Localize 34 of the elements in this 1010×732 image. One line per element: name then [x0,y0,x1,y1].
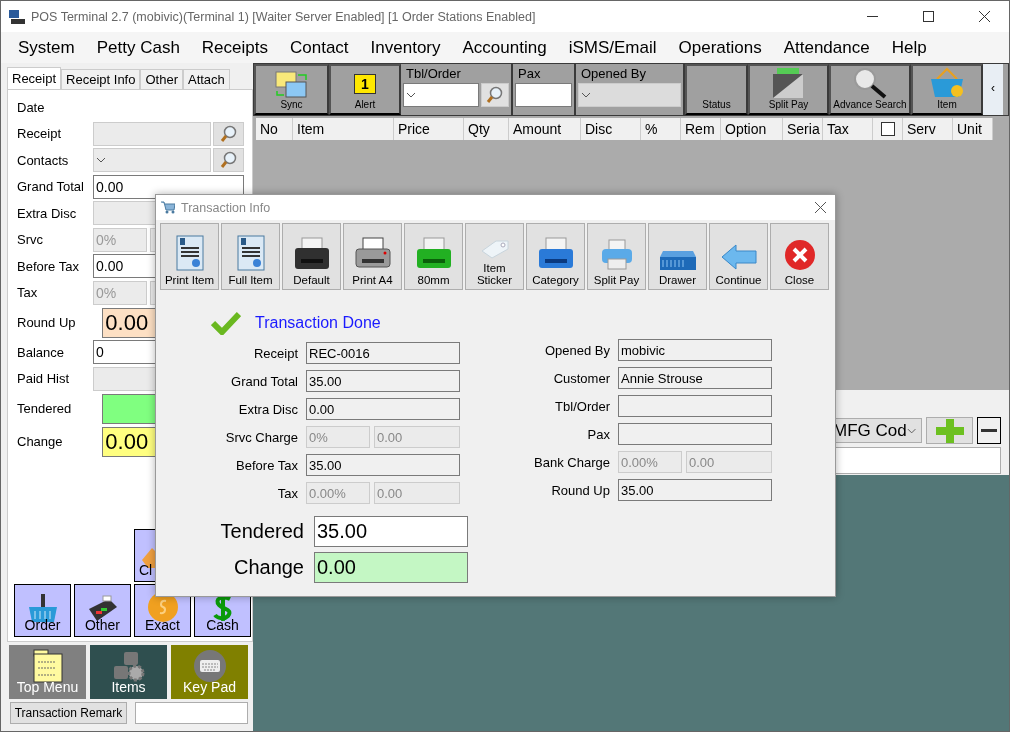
field-label: Extra Disc [237,401,298,417]
field-label: Pax [517,66,541,81]
field-label: Receipt [16,126,63,142]
alert-badge: 1 [354,74,376,94]
field-label: Tbl/Order [405,66,461,81]
field-label: Customer [552,370,610,386]
field-label: Tax [16,285,39,301]
field-label: Round Up [550,482,610,498]
field-label: Before Tax [235,457,298,473]
field-label: Contacts [16,152,70,168]
field-label: Before Tax [16,258,80,274]
field-label: Tendered [16,401,73,416]
status-text: Transaction Done [255,314,381,332]
field-label: Tax [276,485,298,501]
field-label: Grand Total [16,179,85,195]
field-label: Bank Charge [533,454,610,470]
field-label: Change [16,434,64,449]
field-label: Srvc Charge [224,429,298,445]
field-label: Change [232,555,304,579]
field-label: Tbl/Order [554,398,610,414]
window-title: POS Terminal 2.7 (mobivic)(Terminal 1) [Waiter Server Enabled] [1 Order Stations Enabled] [31,9,537,24]
field-label: Pax [586,426,610,442]
field-label: Round Up [16,315,77,330]
field-label: Extra Disc [16,205,78,221]
field-label: Tendered [219,519,304,543]
field-label: Balance [16,344,65,360]
field-label: Grand Total [230,373,298,389]
field-label: Opened By [543,342,610,358]
dialog-title: Transaction Info [181,200,272,215]
field-label: Date [16,99,46,115]
field-label: Receipt [252,345,298,361]
field-label: Srvc [16,232,44,248]
field-label: Paid Hist [16,371,71,387]
field-label: Opened By [580,66,647,81]
